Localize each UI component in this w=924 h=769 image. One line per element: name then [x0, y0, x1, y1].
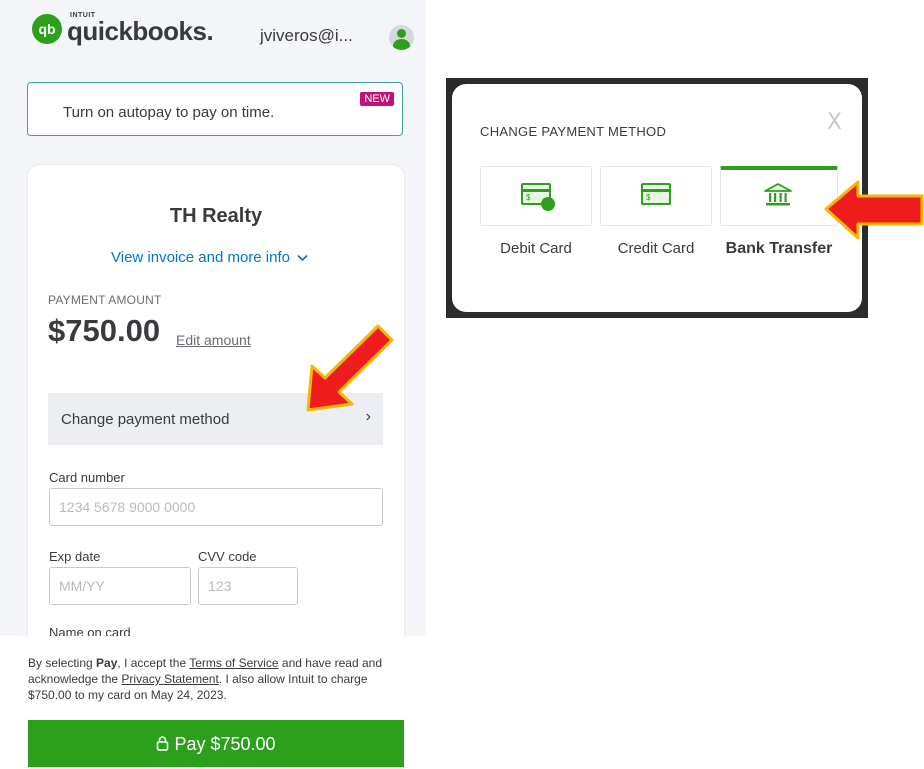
pay-button[interactable]: Pay $750.00 — [28, 720, 404, 767]
card-number-label: Card number — [49, 470, 125, 485]
chevron-down-icon — [297, 254, 308, 262]
payment-amount-label: PAYMENT AMOUNT — [48, 293, 162, 307]
payment-page: qb INTUIT quickbooks. jviveros@i... Turn… — [0, 0, 426, 636]
exp-date-label: Exp date — [49, 549, 101, 564]
method-debit-card[interactable]: $ Debit Card — [480, 166, 592, 257]
annotation-arrow-right — [824, 180, 924, 240]
autopay-text: Turn on autopay to pay on time. — [63, 104, 275, 121]
close-icon[interactable]: X — [827, 110, 842, 135]
method-label-debit: Debit Card — [500, 240, 572, 257]
method-bank-transfer[interactable]: Bank Transfer — [720, 166, 838, 258]
user-email[interactable]: jviveros@i... — [260, 26, 353, 46]
change-payment-method-label: Change payment method — [61, 411, 230, 428]
edit-amount-link[interactable]: Edit amount — [176, 332, 251, 348]
method-credit-card[interactable]: $ Credit Card — [600, 166, 712, 257]
cvv-label: CVV code — [198, 549, 257, 564]
cvv-input[interactable]: 123 — [198, 567, 298, 605]
method-label-bank: Bank Transfer — [725, 240, 833, 257]
credit-card-icon: $ — [641, 183, 671, 205]
new-badge: NEW — [360, 92, 394, 106]
bank-badge-icon — [541, 197, 555, 211]
merchant-name: TH Realty — [169, 205, 263, 227]
payment-amount: $750.00 — [48, 313, 161, 348]
privacy-statement-link[interactable]: Privacy Statement — [121, 672, 218, 686]
lock-icon — [157, 736, 169, 751]
autopay-banner[interactable]: Turn on autopay to pay on time. NEW — [27, 82, 403, 136]
avatar-icon[interactable] — [389, 25, 414, 50]
modal-title: CHANGE PAYMENT METHOD — [480, 124, 667, 139]
change-payment-method-modal: CHANGE PAYMENT METHOD X $ Debit Card $ C… — [446, 78, 868, 318]
pay-button-label: Pay $750.00 — [174, 734, 276, 754]
view-invoice-link[interactable]: View invoice and more info — [111, 249, 308, 266]
bank-icon — [764, 183, 792, 206]
quickbooks-logo: qb INTUIT quickbooks. — [32, 12, 237, 46]
annotation-arrow-left — [306, 324, 394, 412]
name-on-card-label: Name on card — [49, 625, 131, 636]
method-label-credit: Credit Card — [617, 240, 695, 257]
qb-logo-icon: qb — [32, 14, 62, 44]
legal-text: By selecting Pay, I accept the Terms of … — [28, 656, 383, 702]
quickbooks-wordmark: quickbooks. — [67, 16, 214, 46]
exp-date-input[interactable]: MM/YY — [49, 567, 191, 605]
card-number-input[interactable]: 1234 5678 9000 0000 — [49, 488, 383, 526]
terms-of-service-link[interactable]: Terms of Service — [189, 656, 278, 670]
